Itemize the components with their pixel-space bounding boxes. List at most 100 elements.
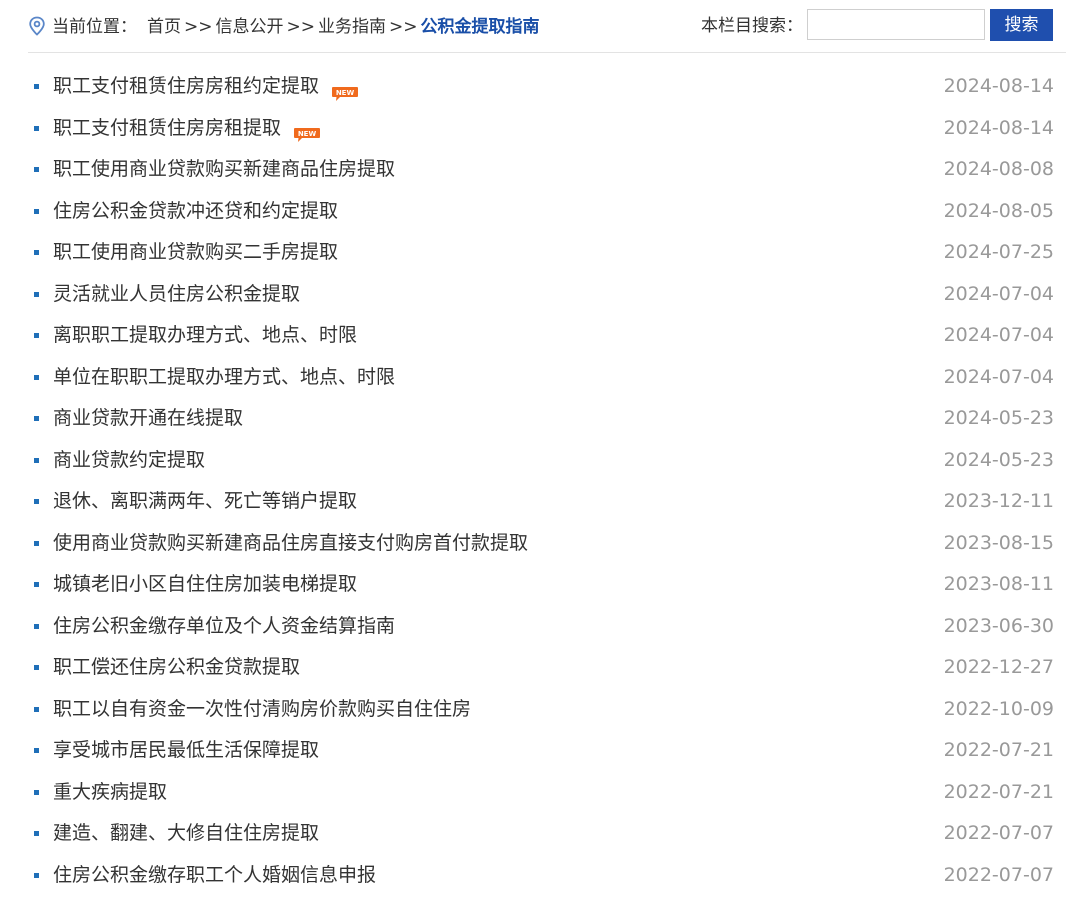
list-item-date: 2024-07-04 xyxy=(943,365,1054,388)
list-item: 建造、翻建、大修自住住房提取 2022-07-07 xyxy=(28,813,1054,855)
list-item-title[interactable]: 住房公积金缴存职工个人婚姻信息申报 xyxy=(53,855,376,897)
list-item-date: 2024-07-25 xyxy=(943,241,1054,263)
list-item-title[interactable]: 职工支付租赁住房房租约定提取 NEW xyxy=(53,66,359,108)
list-item-date: 2024-07-04 xyxy=(943,282,1054,305)
list-item: 重大疾病提取 2022-07-21 xyxy=(28,772,1054,814)
list-item-title-text: 城镇老旧小区自住住房加装电梯提取 xyxy=(53,573,358,595)
list-item: 职工以自有资金一次性付清购房价款购买自住住房 2022-10-09 xyxy=(28,689,1054,731)
list-item-title-text: 住房公积金贷款冲还贷和约定提取 xyxy=(53,199,339,222)
bullet-icon xyxy=(34,250,39,255)
list-item-title-text: 灵活就业人员住房公积金提取 xyxy=(53,282,301,305)
list-item-title[interactable]: 建造、翻建、大修自住住房提取 xyxy=(53,813,319,855)
list-item-title-text: 离职职工提取办理方式、地点、时限 xyxy=(53,324,358,346)
list-item-title-text: 住房公积金缴存单位及个人资金结算指南 xyxy=(53,614,396,637)
list-item-title[interactable]: 商业贷款约定提取 xyxy=(53,440,205,482)
list-item-date: 2023-08-15 xyxy=(943,531,1054,554)
bullet-icon xyxy=(34,872,39,878)
list-item-title[interactable]: 城镇老旧小区自住住房加装电梯提取 xyxy=(53,564,357,606)
list-item: 灵活就业人员住房公积金提取 2024-07-04 xyxy=(28,274,1054,316)
list-item-title-text: 单位在职职工提取办理方式、地点、时限 xyxy=(53,365,396,388)
bullet-icon xyxy=(34,125,39,131)
list-item-title[interactable]: 使用商业贷款购买新建商品住房直接支付购房首付款提取 xyxy=(53,523,528,565)
breadcrumb-separator: >> xyxy=(286,17,316,37)
search-button[interactable]: 搜索 xyxy=(990,9,1053,41)
location-pin-icon xyxy=(28,16,46,36)
breadcrumb: 当前位置： 首页 >> 信息公开 >> 业务指南 >> 公积金提取指南 xyxy=(52,15,540,39)
list-item-date: 2022-07-07 xyxy=(943,863,1054,886)
list-item-title-text: 职工使用商业贷款购买新建商品住房提取 xyxy=(53,158,396,180)
list-item-title[interactable]: 职工以自有资金一次性付清购房价款购买自住住房 xyxy=(53,689,471,731)
list-item-title-text: 职工偿还住房公积金贷款提取 xyxy=(53,656,301,678)
list-item-date: 2024-08-08 xyxy=(943,158,1054,180)
list-item-title[interactable]: 住房公积金贷款冲还贷和约定提取 xyxy=(53,191,338,233)
list-item-date: 2024-07-04 xyxy=(943,324,1054,346)
list-item: 职工支付租赁住房房租提取 NEW 2024-08-14 xyxy=(28,108,1054,150)
list-item-date: 2022-10-09 xyxy=(943,697,1054,720)
svg-text:NEW: NEW xyxy=(298,130,317,138)
list-item-title-text: 商业贷款开通在线提取 xyxy=(53,407,244,429)
list-item-title-text: 重大疾病提取 xyxy=(53,780,168,803)
list-item-title[interactable]: 住房公积金缴存单位及个人资金结算指南 xyxy=(53,606,395,648)
breadcrumb-link-info[interactable]: 信息公开 xyxy=(216,15,284,39)
list-item-title[interactable]: 离职职工提取办理方式、地点、时限 xyxy=(53,315,357,357)
list-item-date: 2024-05-23 xyxy=(943,407,1054,429)
bullet-icon xyxy=(34,167,39,172)
search-label: 本栏目搜索： xyxy=(701,16,803,36)
list-item: 职工使用商业贷款购买新建商品住房提取 2024-08-08 xyxy=(28,149,1054,191)
guide-list: 职工支付租赁住房房租约定提取 NEW 2024-08-14 职工支付租赁住房房租提… xyxy=(28,66,1054,896)
bullet-icon xyxy=(34,748,39,753)
svg-text:NEW: NEW xyxy=(336,89,355,97)
list-item: 单位在职职工提取办理方式、地点、时限 2024-07-04 xyxy=(28,357,1054,399)
list-item: 住房公积金缴存单位及个人资金结算指南 2023-06-30 xyxy=(28,606,1054,648)
list-item-date: 2023-08-11 xyxy=(943,573,1054,595)
list-item-title[interactable]: 职工支付租赁住房房租提取 NEW xyxy=(53,108,321,150)
list-item: 住房公积金贷款冲还贷和约定提取 2024-08-05 xyxy=(28,191,1054,233)
bullet-icon xyxy=(34,665,39,670)
list-item-title[interactable]: 单位在职职工提取办理方式、地点、时限 xyxy=(53,357,395,399)
list-item: 职工偿还住房公积金贷款提取 2022-12-27 xyxy=(28,647,1054,689)
list-item-title[interactable]: 职工偿还住房公积金贷款提取 xyxy=(53,647,300,689)
list-item: 退休、离职满两年、死亡等销户提取 2023-12-11 xyxy=(28,481,1054,523)
bullet-icon xyxy=(34,84,39,89)
breadcrumb-lead: 当前位置： xyxy=(52,17,137,37)
list-item-date: 2022-12-27 xyxy=(943,656,1054,678)
bullet-icon xyxy=(34,540,39,546)
search-input[interactable] xyxy=(807,9,985,40)
list-item-title[interactable]: 退休、离职满两年、死亡等销户提取 xyxy=(53,481,357,523)
list-item-title[interactable]: 享受城市居民最低生活保障提取 xyxy=(53,730,319,772)
bullet-icon xyxy=(34,291,39,297)
list-item-title-text: 享受城市居民最低生活保障提取 xyxy=(53,739,320,761)
breadcrumb-link-guide[interactable]: 业务指南 xyxy=(318,15,386,39)
list-item-date: 2024-08-05 xyxy=(943,199,1054,222)
list-item-date: 2024-08-14 xyxy=(943,116,1054,139)
list-item-title[interactable]: 重大疾病提取 xyxy=(53,772,167,814)
list-item-title[interactable]: 灵活就业人员住房公积金提取 xyxy=(53,274,300,316)
list-item-title[interactable]: 商业贷款开通在线提取 xyxy=(53,398,243,440)
list-item-title-text: 职工支付租赁住房房租提取 xyxy=(53,116,282,139)
list-item: 职工使用商业贷款购买二手房提取 2024-07-25 xyxy=(28,232,1054,274)
bullet-icon xyxy=(34,499,39,504)
list-item: 离职职工提取办理方式、地点、时限 2024-07-04 xyxy=(28,315,1054,357)
list-item-title[interactable]: 职工使用商业贷款购买二手房提取 xyxy=(53,232,338,274)
list-item: 住房公积金缴存职工个人婚姻信息申报 2022-07-07 xyxy=(28,855,1054,897)
bullet-icon xyxy=(34,623,39,629)
list-item-title[interactable]: 职工使用商业贷款购买新建商品住房提取 xyxy=(53,149,395,191)
list-item-date: 2022-07-07 xyxy=(943,822,1054,844)
bullet-icon xyxy=(34,416,39,421)
bullet-icon xyxy=(34,457,39,463)
list-item-title-text: 退休、离职满两年、死亡等销户提取 xyxy=(53,490,358,512)
breadcrumb-current[interactable]: 公积金提取指南 xyxy=(421,15,540,39)
list-item-title-text: 建造、翻建、大修自住住房提取 xyxy=(53,822,320,844)
list-item-date: 2022-07-21 xyxy=(943,739,1054,761)
breadcrumb-link-home[interactable]: 首页 xyxy=(147,15,181,39)
bullet-icon xyxy=(34,706,39,712)
page: 当前位置： 首页 >> 信息公开 >> 业务指南 >> 公积金提取指南 本栏目搜索： 搜索 职… xyxy=(0,0,1080,917)
new-badge-icon: NEW xyxy=(293,117,321,142)
bullet-icon xyxy=(34,831,39,836)
list-item-date: 2024-05-23 xyxy=(943,448,1054,471)
list-item: 使用商业贷款购买新建商品住房直接支付购房首付款提取 2023-08-15 xyxy=(28,523,1054,565)
list-item-title-text: 住房公积金缴存职工个人婚姻信息申报 xyxy=(53,863,377,886)
breadcrumb-separator: >> xyxy=(184,17,213,37)
bullet-icon xyxy=(34,582,39,587)
list-item-title-text: 职工支付租赁住房房租约定提取 xyxy=(53,75,320,97)
